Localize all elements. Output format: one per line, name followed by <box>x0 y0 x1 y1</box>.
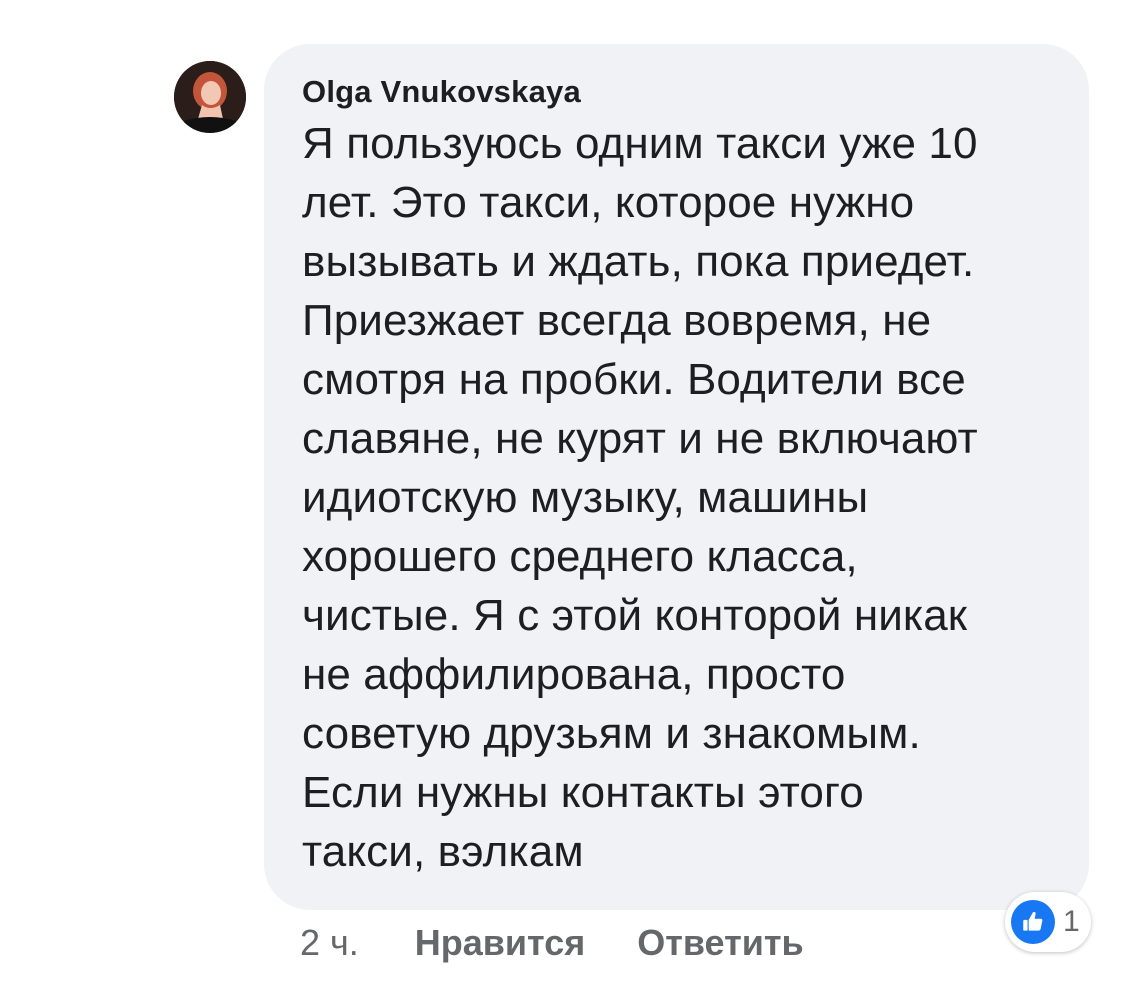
like-button[interactable]: Нравится <box>415 922 585 964</box>
avatar-image <box>174 61 246 133</box>
reaction-summary[interactable]: 1 <box>1005 892 1091 952</box>
avatar[interactable] <box>174 61 246 133</box>
comment-text: Я пользуюсь одним такси уже 10 лет. Это … <box>302 119 978 876</box>
comment-bubble: Olga Vnukovskaya Я пользуюсь одним такси… <box>264 44 1089 910</box>
comment-timestamp[interactable]: 2 ч. <box>300 922 359 964</box>
reaction-count: 1 <box>1063 905 1080 938</box>
comment-actions: 2 ч. Нравится Ответить <box>300 918 804 968</box>
reply-button[interactable]: Ответить <box>637 922 803 964</box>
thumbs-up-icon <box>1011 900 1055 944</box>
comment-author[interactable]: Olga Vnukovskaya <box>302 74 1059 110</box>
